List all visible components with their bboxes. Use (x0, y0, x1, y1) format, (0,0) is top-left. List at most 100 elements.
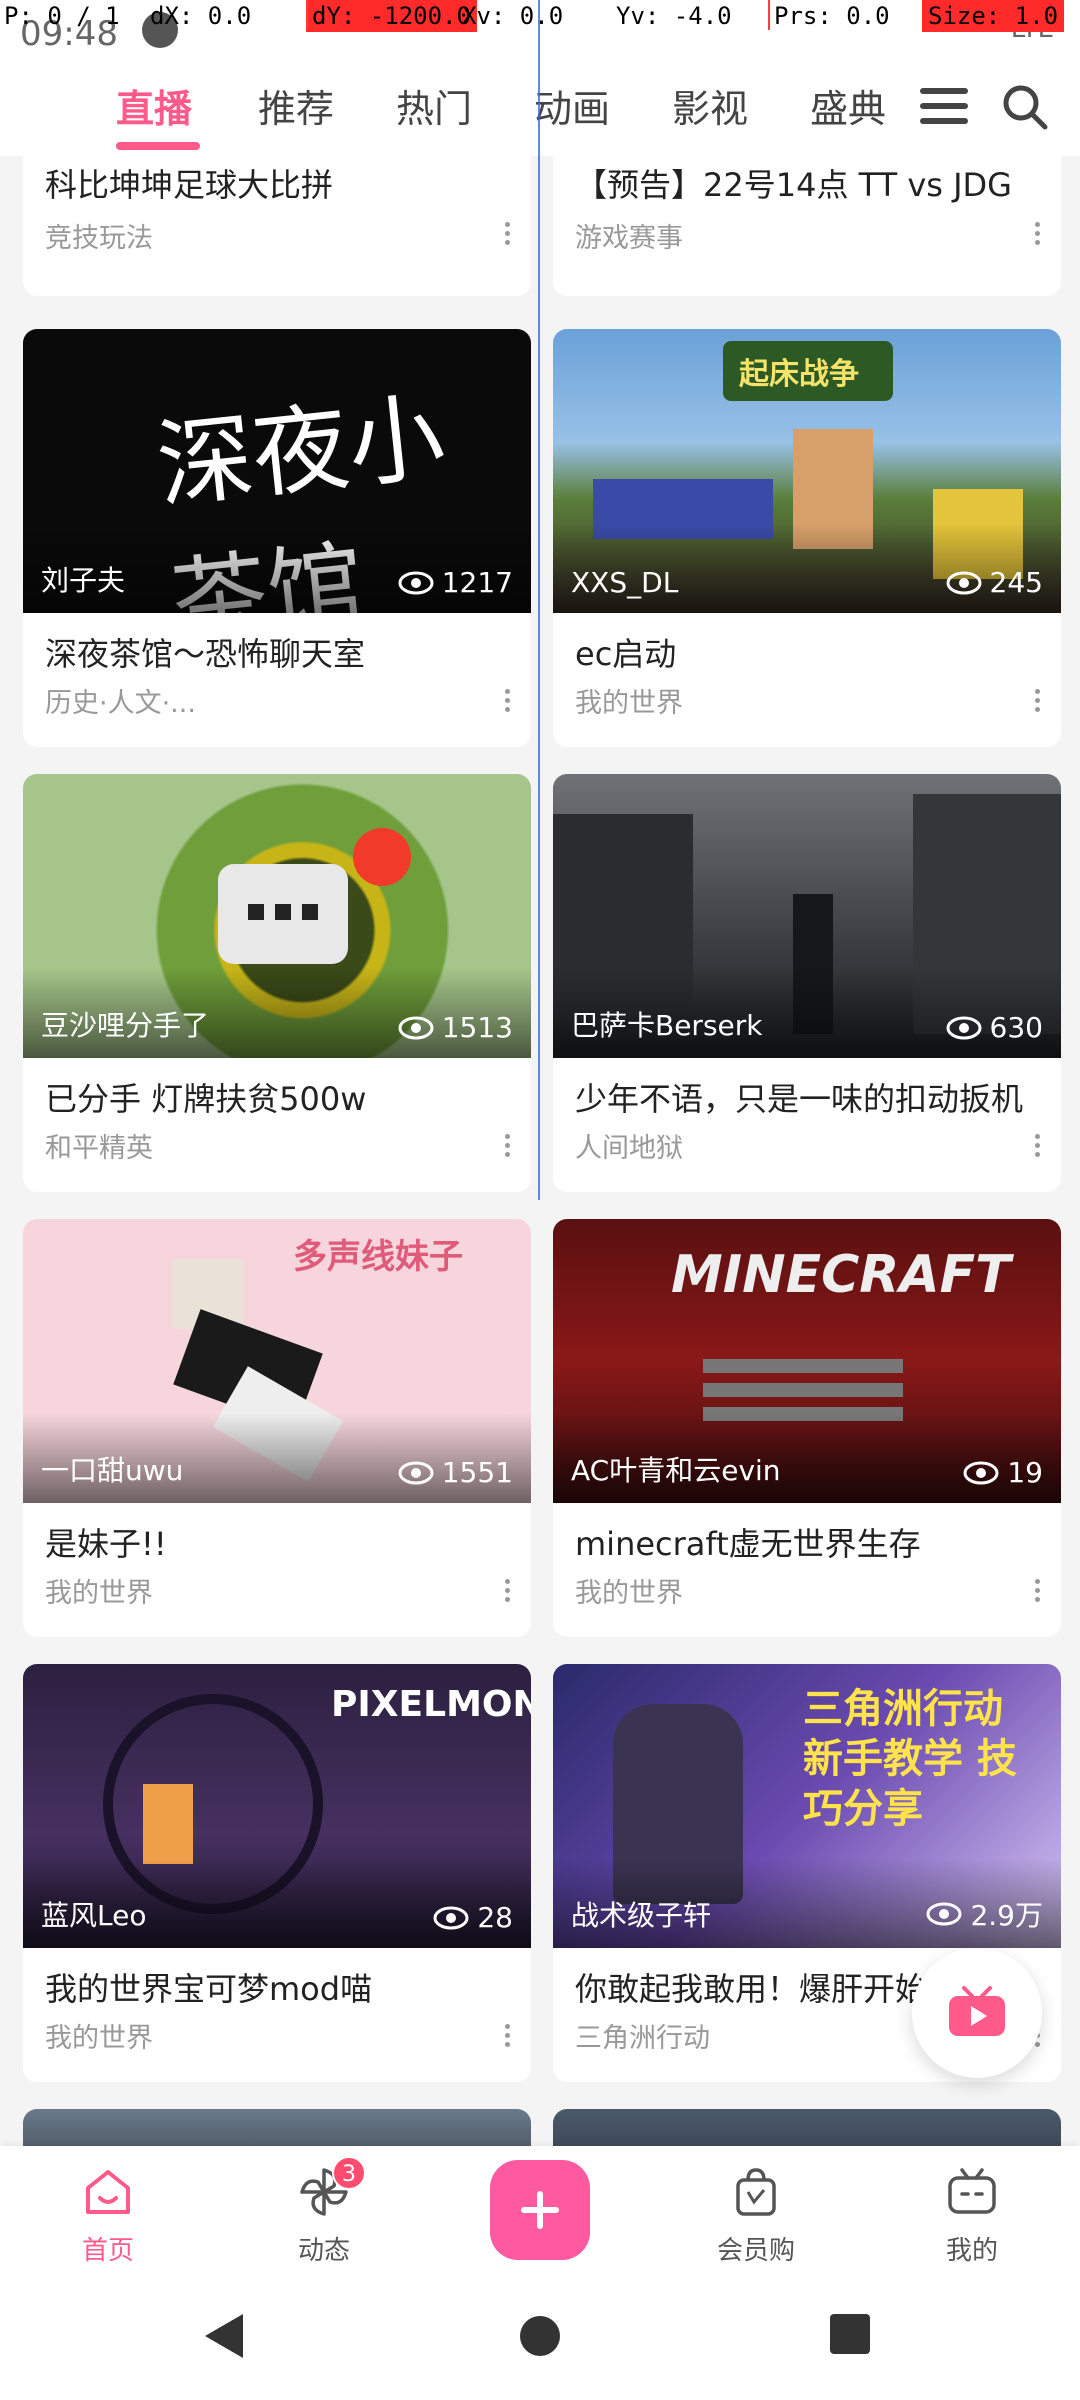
category-tabs: 直播 推荐 热门 动画 影视 盛典 (0, 78, 900, 138)
viewer-count: 1551 (398, 1456, 513, 1489)
nav-home[interactable]: 首页 (38, 2164, 178, 2267)
menu-icon[interactable] (920, 88, 968, 128)
debug-yv: Yv: -4.0 (616, 2, 732, 30)
recent-apps-icon[interactable] (830, 2314, 870, 2354)
viewer-count: 1513 (398, 1011, 513, 1044)
tab-live[interactable]: 直播 (116, 78, 192, 133)
live-card[interactable]: 起床战争 XXS_DL 245 ec启动 我的世界 (553, 329, 1061, 747)
nav-mine-label: 我的 (945, 2236, 998, 2266)
eye-icon (926, 1902, 962, 1926)
live-card[interactable]: 【预告】22号14点 TT vs JDG 游戏赛事 (553, 156, 1061, 296)
live-card[interactable] (23, 2109, 531, 2146)
live-card[interactable]: 巴萨卡Berserk 630 少年不语，只是一味的扣动扳机 人间地狱 (553, 774, 1061, 1192)
live-card[interactable]: 多声线妹子 一口甜uwu 1551 是妹子!! 我的世界 (23, 1219, 531, 1637)
live-card[interactable]: 豆沙哩分手了 1513 已分手 灯牌扶贫500w 和平精英 (23, 774, 531, 1192)
nav-home-label: 首页 (81, 2236, 134, 2266)
more-options-icon[interactable] (503, 222, 511, 248)
eye-icon (946, 571, 982, 594)
card-thumbnail: 起床战争 XXS_DL 245 (553, 329, 1061, 613)
search-icon[interactable] (1000, 82, 1050, 132)
card-thumbnail: 三角洲行动 新手教学 技巧分享 战术级子轩 2.9万 (553, 1664, 1061, 1948)
thumbnail-overlay-text: MINECRAFT (671, 1245, 1011, 1305)
more-options-icon[interactable] (1033, 1134, 1041, 1160)
home-circle-icon[interactable] (520, 2316, 560, 2356)
eye-icon (398, 1461, 434, 1484)
more-options-icon[interactable] (503, 1134, 511, 1160)
more-options-icon[interactable] (503, 689, 511, 715)
streamer-name: AC叶青和云evin (571, 1454, 781, 1487)
card-title: 少年不语，只是一味的扣动扳机 (575, 1080, 1024, 1118)
thumbnail-overlay-text: 三角洲行动 新手教学 技巧分享 (803, 1686, 1017, 1832)
eye-icon (398, 571, 434, 594)
card-thumbnail: 豆沙哩分手了 1513 (23, 774, 531, 1058)
tv-icon (949, 1986, 1005, 2036)
viewer-count: 630 (946, 1011, 1043, 1044)
live-card[interactable] (553, 2109, 1061, 2146)
tab-gala[interactable]: 盛典 (810, 78, 886, 133)
thumbnail-overlay-text: PIXELMON (331, 1684, 531, 1725)
card-category: 我的世界 (575, 1578, 683, 1609)
nav-vip-shop-label: 会员购 (716, 2236, 795, 2266)
active-tab-indicator (116, 142, 200, 150)
debug-size: Size: 1.0 (922, 0, 1065, 32)
card-thumbnail: 深夜小茶馆 刘子夫 1217 (23, 329, 531, 613)
eye-icon (433, 1906, 469, 1929)
more-options-icon[interactable] (503, 1579, 511, 1605)
streamer-name: 战术级子轩 (571, 1899, 712, 1932)
tab-recommend[interactable]: 推荐 (258, 78, 334, 133)
more-options-icon[interactable] (1033, 1579, 1041, 1605)
card-category: 我的世界 (45, 2023, 153, 2054)
tv-face-icon (948, 2168, 996, 2214)
card-category: 我的世界 (575, 688, 683, 719)
card-thumbnail: 巴萨卡Berserk 630 (553, 774, 1061, 1058)
nav-mine[interactable]: 我的 (902, 2164, 1042, 2267)
plus-icon (521, 2191, 559, 2229)
pointer-debug-overlay: P: 0 / 1 dX: 0.0 dY: -1200.0 Xv: 0.0 Yv:… (0, 0, 1080, 34)
card-title: ec启动 (575, 635, 677, 673)
debug-xv: Xv: 0.0 (462, 2, 564, 30)
card-title: 是妹子!! (45, 1525, 167, 1563)
live-card[interactable]: 科比坤坤足球大比拼 竞技玩法 (23, 156, 531, 296)
card-category: 人间地狱 (575, 1133, 683, 1164)
tab-film[interactable]: 影视 (672, 78, 748, 133)
home-icon (86, 2170, 130, 2214)
debug-pointer-count: P: 0 / 1 (4, 2, 120, 30)
card-title: 已分手 灯牌扶贫500w (45, 1080, 367, 1118)
tab-anime[interactable]: 动画 (534, 78, 610, 133)
live-card[interactable]: PIXELMON 蓝风Leo 28 我的世界宝可梦mod喵 我的世界 (23, 1664, 531, 2082)
nav-dynamic[interactable]: 3 动态 (254, 2156, 394, 2267)
card-category: 历史·人文·... (45, 688, 196, 719)
more-options-icon[interactable] (1033, 222, 1041, 248)
bottom-navigation: 首页 3 动态 会员购 我的 (0, 2146, 1080, 2276)
system-navigation-bar (0, 2276, 1080, 2400)
viewer-count: 19 (963, 1456, 1043, 1489)
eye-icon (398, 1016, 434, 1039)
eye-icon (946, 1016, 982, 1039)
back-icon[interactable] (205, 2314, 243, 2358)
card-category: 游戏赛事 (575, 223, 683, 254)
viewer-count: 245 (946, 566, 1043, 599)
debug-prs: Prs: 0.0 (774, 2, 890, 30)
card-title: 深夜茶馆～恐怖聊天室 (45, 635, 366, 673)
debug-dy: dY: -1200.0 (306, 0, 477, 32)
debug-tick (306, 0, 308, 30)
live-room-float-button[interactable] (912, 1948, 1042, 2078)
more-options-icon[interactable] (503, 2024, 511, 2050)
tab-hot[interactable]: 热门 (396, 78, 472, 133)
card-category: 三角洲行动 (575, 2023, 710, 2054)
live-card[interactable]: 深夜小茶馆 刘子夫 1217 深夜茶馆～恐怖聊天室 历史·人文·... (23, 329, 531, 747)
publish-button[interactable] (490, 2160, 590, 2260)
debug-dx: dX: 0.0 (150, 2, 252, 30)
streamer-name: 刘子夫 (41, 564, 126, 597)
more-options-icon[interactable] (1033, 689, 1041, 715)
live-feed: 科比坤坤足球大比拼 竞技玩法 【预告】22号14点 TT vs JDG 游戏赛事… (0, 156, 1080, 2146)
card-category: 竞技玩法 (45, 223, 153, 254)
card-title: 科比坤坤足球大比拼 (45, 166, 334, 204)
live-card[interactable]: MINECRAFT AC叶青和云evin 19 minecraft虚无世界生存 … (553, 1219, 1061, 1637)
card-title: 【预告】22号14点 TT vs JDG (575, 166, 1012, 204)
card-category: 和平精英 (45, 1133, 153, 1164)
card-category: 我的世界 (45, 1578, 153, 1609)
card-title: 我的世界宝可梦mod喵 (45, 1970, 373, 2008)
thumbnail-overlay-text: 起床战争 (739, 357, 859, 392)
nav-vip-shop[interactable]: 会员购 (686, 2164, 826, 2267)
